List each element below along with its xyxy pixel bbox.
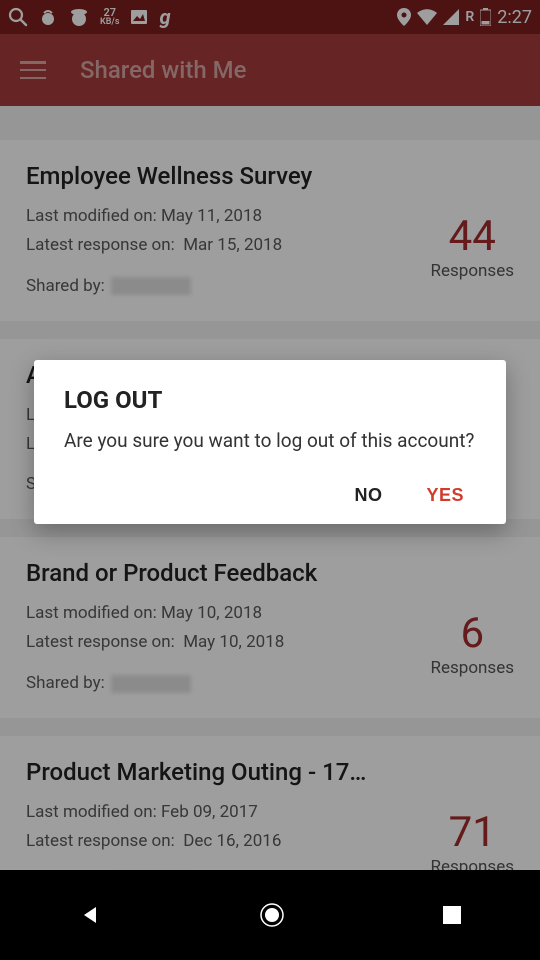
logout-dialog: LOG OUT Are you sure you want to log out…: [34, 360, 506, 524]
dialog-message: Are you sure you want to log out of this…: [64, 428, 476, 455]
navigation-bar: [0, 870, 540, 960]
yes-button[interactable]: YES: [426, 485, 464, 506]
dialog-title: LOG OUT: [64, 386, 476, 414]
recent-icon[interactable]: [442, 905, 462, 925]
home-icon[interactable]: [258, 901, 286, 929]
no-button[interactable]: NO: [354, 485, 382, 506]
back-icon[interactable]: [78, 903, 102, 927]
